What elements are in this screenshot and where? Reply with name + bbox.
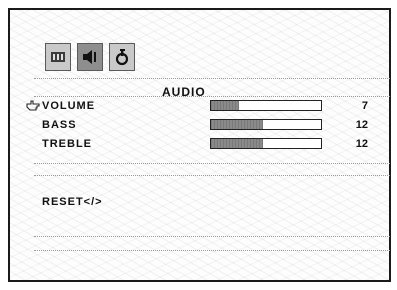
tab-picture[interactable] (45, 43, 71, 71)
bass-level-fill (211, 120, 263, 129)
separator (34, 236, 390, 237)
volume-level-fill (211, 101, 239, 110)
speaker-icon (83, 50, 96, 64)
treble-level-fill (211, 139, 263, 148)
separator (34, 175, 390, 176)
tab-audio[interactable] (77, 43, 103, 71)
tab-setup[interactable] (109, 43, 135, 71)
treble-slider[interactable] (210, 138, 322, 149)
reset-item[interactable]: RESET</> (42, 196, 103, 208)
menu-tabs (45, 43, 135, 71)
pointer-hand-icon (26, 100, 40, 111)
separator (34, 250, 390, 251)
separator (34, 163, 390, 164)
menu-item-volume[interactable]: VOLUME 7 (10, 98, 393, 114)
menu-item-bass[interactable]: BASS 12 (10, 117, 393, 133)
separator (34, 78, 390, 79)
bass-label: BASS (42, 119, 77, 131)
bass-value: 12 (355, 119, 368, 131)
separator (34, 96, 390, 97)
treble-value: 12 (355, 138, 368, 150)
osd-screen: AUDIO VOLUME 7 BASS 12 TREBLE 12 RESET</… (8, 8, 391, 282)
menu-item-treble[interactable]: TREBLE 12 (10, 136, 393, 152)
treble-label: TREBLE (42, 138, 92, 150)
volume-value: 7 (361, 100, 368, 112)
picture-icon (51, 52, 65, 62)
volume-slider[interactable] (210, 100, 322, 111)
volume-label: VOLUME (42, 100, 96, 112)
bass-slider[interactable] (210, 119, 322, 130)
setup-icon (115, 49, 129, 66)
